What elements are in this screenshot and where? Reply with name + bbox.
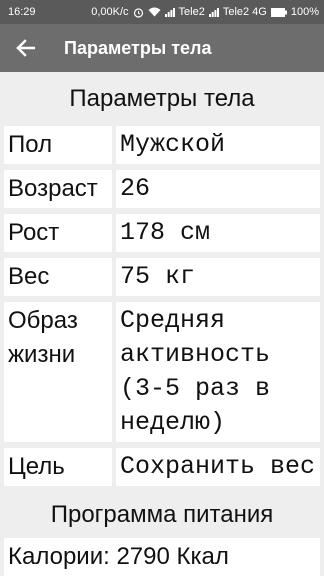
signal-icon (164, 7, 175, 17)
status-bar: 16:29 0,00K/c Tele2 Tele2 4G 100% (0, 0, 324, 24)
status-time: 16:29 (8, 6, 36, 18)
param-label: Пол (4, 126, 112, 164)
carrier-1: Tele2 (178, 6, 205, 18)
status-right: 0,00K/c Tele2 Tele2 4G 100% (91, 6, 319, 18)
param-label: Возраст (4, 170, 112, 208)
param-label: Рост (4, 214, 112, 252)
param-value[interactable]: Средняя активность (3-5 раз в неделю) (116, 302, 320, 442)
back-button[interactable] (0, 24, 50, 72)
carrier-2: Tele2 4G (222, 6, 267, 18)
alarm-icon (133, 7, 144, 18)
param-label: Вес (4, 258, 112, 296)
calories-value: Калории: 2790 Ккал (4, 538, 320, 576)
param-row-height: Рост 178 см (4, 214, 320, 252)
section-title-nutrition: Программа питания (50, 501, 274, 528)
param-label: Образ жизни (4, 302, 112, 442)
arrow-back-icon (15, 39, 35, 57)
param-value[interactable]: 75 кг (116, 258, 320, 296)
content: Параметры тела Пол Мужской Возраст 26 Ро… (0, 72, 324, 576)
param-label: Цель (4, 448, 112, 486)
param-row-age: Возраст 26 (4, 170, 320, 208)
param-row-gender: Пол Мужской (4, 126, 320, 164)
param-value[interactable]: 26 (116, 170, 320, 208)
signal-icon-2 (208, 7, 219, 17)
app-bar: Параметры тела (0, 24, 324, 72)
app-title: Параметры тела (64, 37, 212, 58)
battery-icon (270, 7, 287, 17)
wifi-icon (148, 7, 161, 17)
section-title-body-params: Параметры тела (69, 85, 255, 112)
param-value[interactable]: Сохранить вес (116, 448, 320, 486)
battery-level: 100% (290, 6, 319, 18)
param-value[interactable]: 178 см (116, 214, 320, 252)
param-value[interactable]: Мужской (116, 126, 320, 164)
param-row-goal: Цель Сохранить вес (4, 448, 320, 486)
network-speed: 0,00K/c (91, 6, 129, 18)
param-row-weight: Вес 75 кг (4, 258, 320, 296)
param-row-lifestyle: Образ жизни Средняя активность (3-5 раз … (4, 302, 320, 442)
